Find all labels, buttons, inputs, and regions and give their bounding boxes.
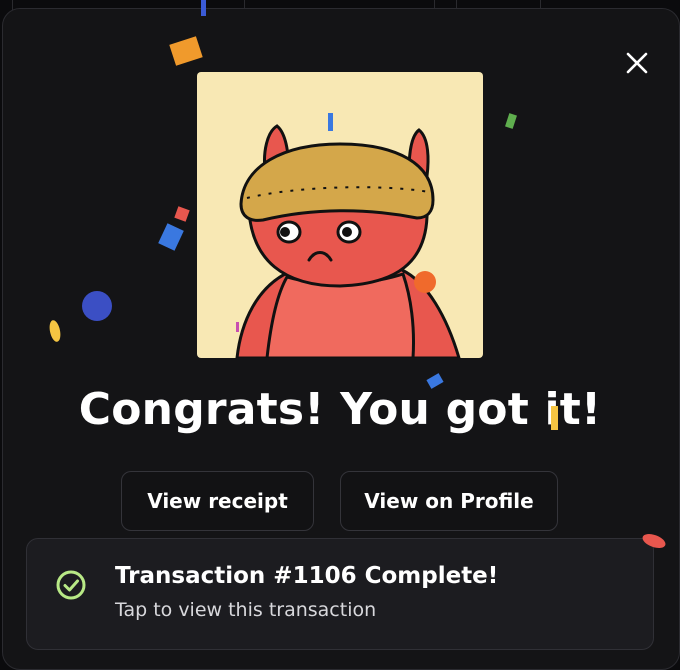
transaction-toast[interactable]: Transaction #1106 Complete! Tap to view … [26,538,654,650]
view-receipt-button[interactable]: View receipt [121,471,314,531]
nft-artwork [197,72,483,358]
success-title: Congrats! You got it! [78,384,602,435]
toast-title: Transaction #1106 Complete! [115,563,499,589]
close-button[interactable] [619,45,655,81]
toast-subtitle: Tap to view this transaction [115,599,377,621]
close-icon [626,52,648,74]
check-circle-icon [56,570,86,600]
view-on-profile-button[interactable]: View on Profile [340,471,558,531]
